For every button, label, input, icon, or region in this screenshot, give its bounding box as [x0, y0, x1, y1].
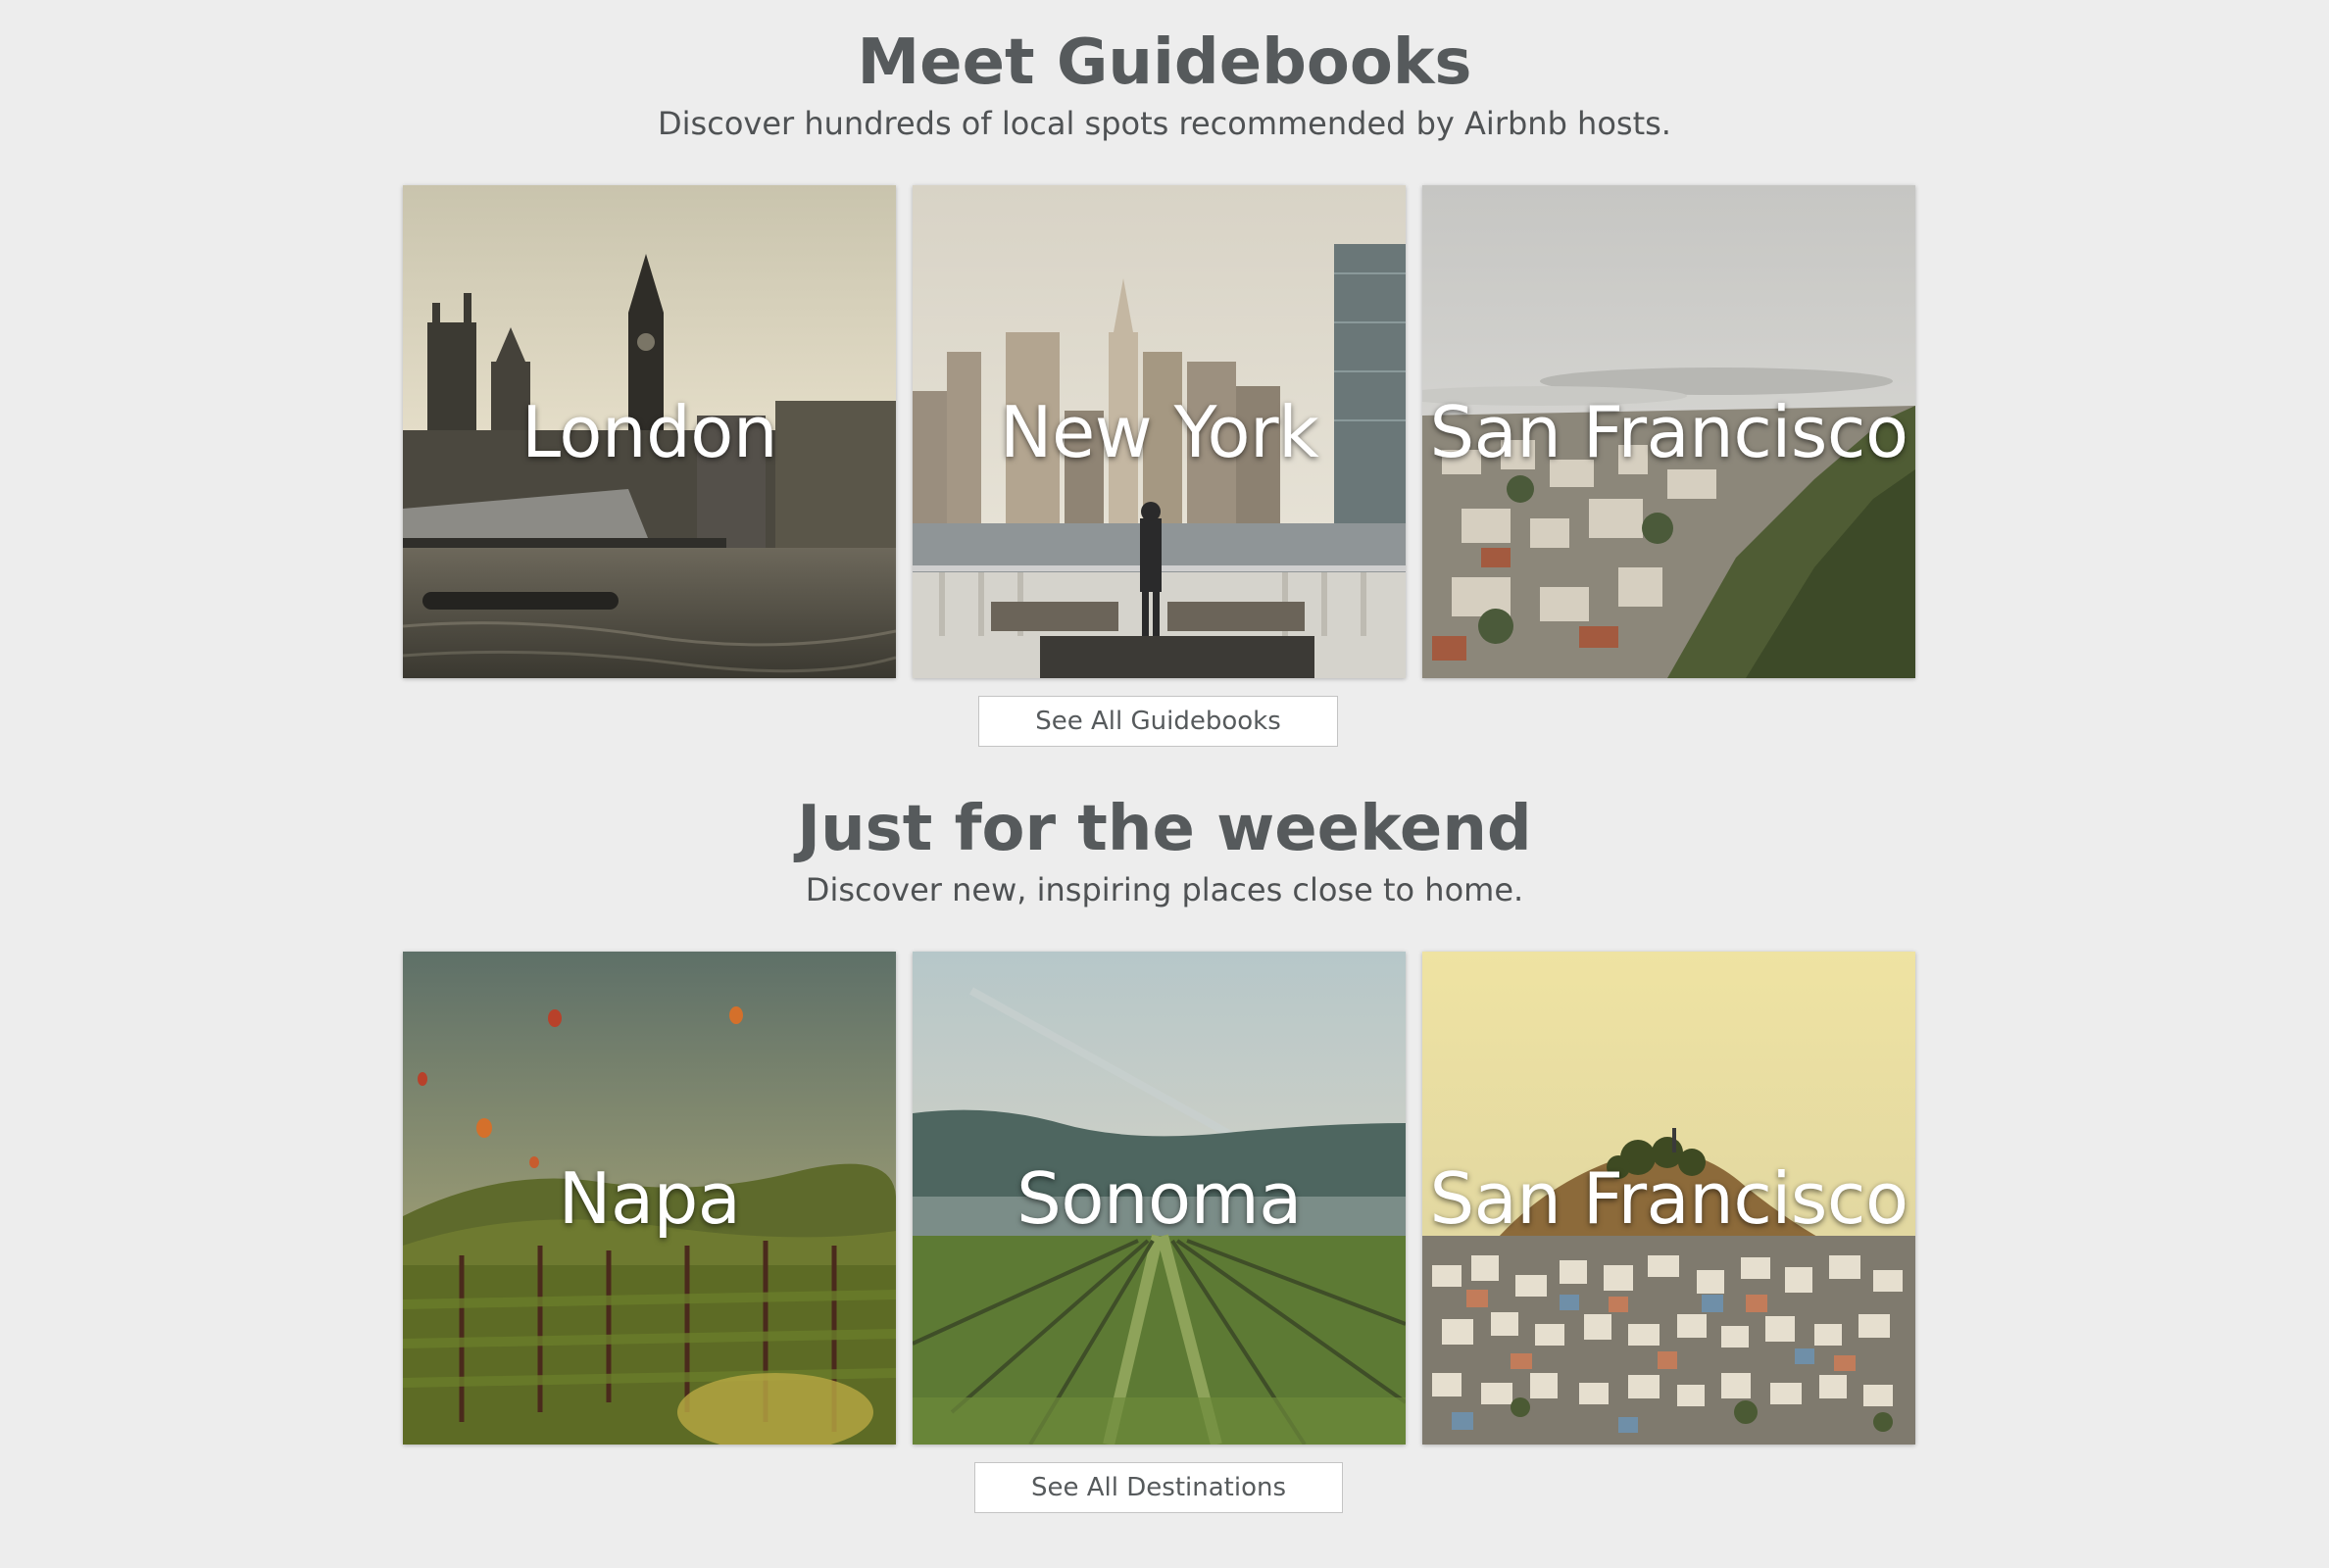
guidebooks-subtitle: Discover hundreds of local spots recomme… [658, 105, 1671, 142]
guidebooks-title: Meet Guidebooks [857, 26, 1472, 99]
guidebook-card-new-york[interactable]: New York [913, 185, 1406, 678]
guidebook-card-san-francisco[interactable]: San Francisco [1422, 185, 1915, 678]
card-label: Napa [558, 1156, 741, 1240]
card-label: Sonoma [1016, 1156, 1302, 1240]
card-label: New York [999, 390, 1319, 473]
weekend-grid: Napa Sonoma San Francisco [403, 952, 1915, 1445]
see-all-guidebooks-button[interactable]: See All Guidebooks [978, 696, 1338, 747]
weekend-subtitle: Discover new, inspiring places close to … [805, 871, 1524, 908]
guidebooks-grid: London New York San Francisco [403, 185, 1915, 678]
see-all-destinations-button[interactable]: See All Destinations [974, 1462, 1343, 1513]
page: Meet Guidebooks Discover hundreds of loc… [0, 0, 2329, 1568]
card-label: London [521, 390, 777, 473]
card-label: San Francisco [1429, 1156, 1908, 1240]
card-label: San Francisco [1429, 390, 1908, 473]
destination-card-sonoma[interactable]: Sonoma [913, 952, 1406, 1445]
destination-card-san-francisco[interactable]: San Francisco [1422, 952, 1915, 1445]
guidebook-card-london[interactable]: London [403, 185, 896, 678]
destination-card-napa[interactable]: Napa [403, 952, 896, 1445]
weekend-title: Just for the weekend [797, 793, 1532, 865]
